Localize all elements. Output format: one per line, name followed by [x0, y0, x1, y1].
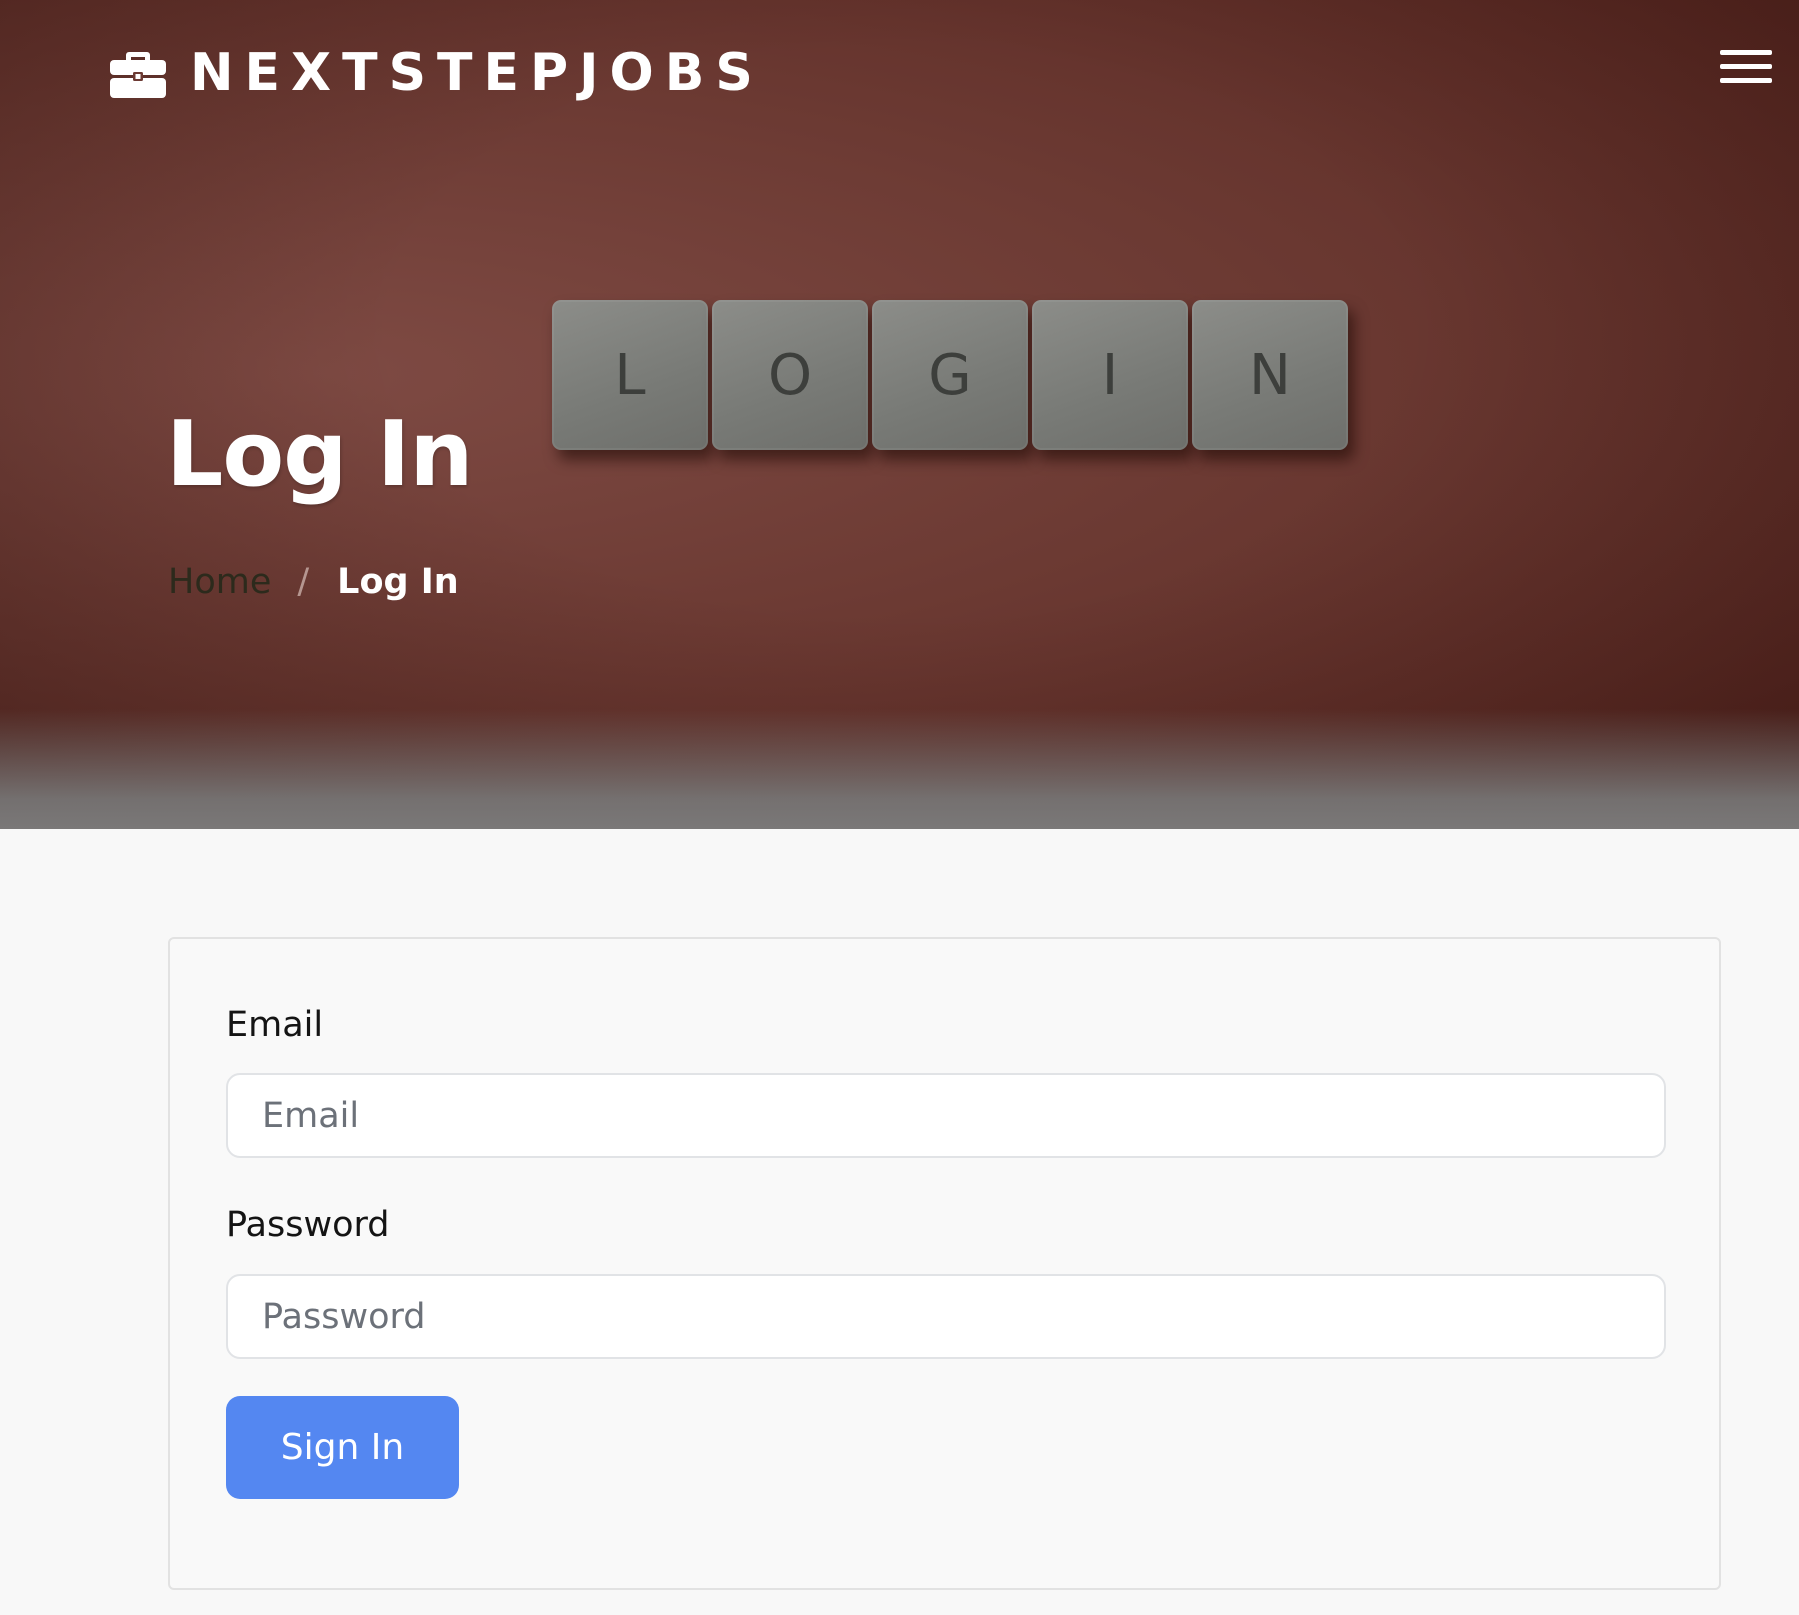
brand-logo-link[interactable]: NEXTSTEPJOBS — [110, 42, 764, 104]
login-form-card: Email Password Sign In — [168, 937, 1721, 1590]
letter-tile: G — [872, 300, 1028, 450]
sign-in-button[interactable]: Sign In — [226, 1396, 459, 1499]
password-field[interactable] — [226, 1274, 1666, 1359]
breadcrumb: Home / Log In — [168, 558, 459, 606]
letter-tile: I — [1032, 300, 1188, 450]
password-label: Password — [226, 1205, 390, 1245]
menu-line — [1720, 64, 1772, 69]
email-label: Email — [226, 1005, 324, 1045]
hamburger-menu-icon — [1720, 50, 1772, 55]
page-title: Log In — [166, 402, 473, 507]
briefcase-icon — [110, 52, 166, 98]
letter-tile: N — [1192, 300, 1348, 450]
breadcrumb-home-link[interactable]: Home — [168, 558, 271, 606]
breadcrumb-separator: / — [297, 562, 310, 602]
menu-line — [1720, 78, 1772, 83]
hamburger-menu-button[interactable] — [1720, 50, 1772, 86]
hero-banner: L O G I N NEXTSTEPJOBS Log In Home / Log… — [0, 0, 1799, 829]
brand-name: NEXTSTEPJOBS — [190, 43, 764, 103]
email-field[interactable] — [226, 1073, 1666, 1158]
hero-bottom-fade — [0, 709, 1799, 829]
login-tiles-image: L O G I N — [552, 300, 1352, 450]
letter-tile: O — [712, 300, 868, 450]
breadcrumb-current: Log In — [337, 562, 459, 602]
letter-tile: L — [552, 300, 708, 450]
